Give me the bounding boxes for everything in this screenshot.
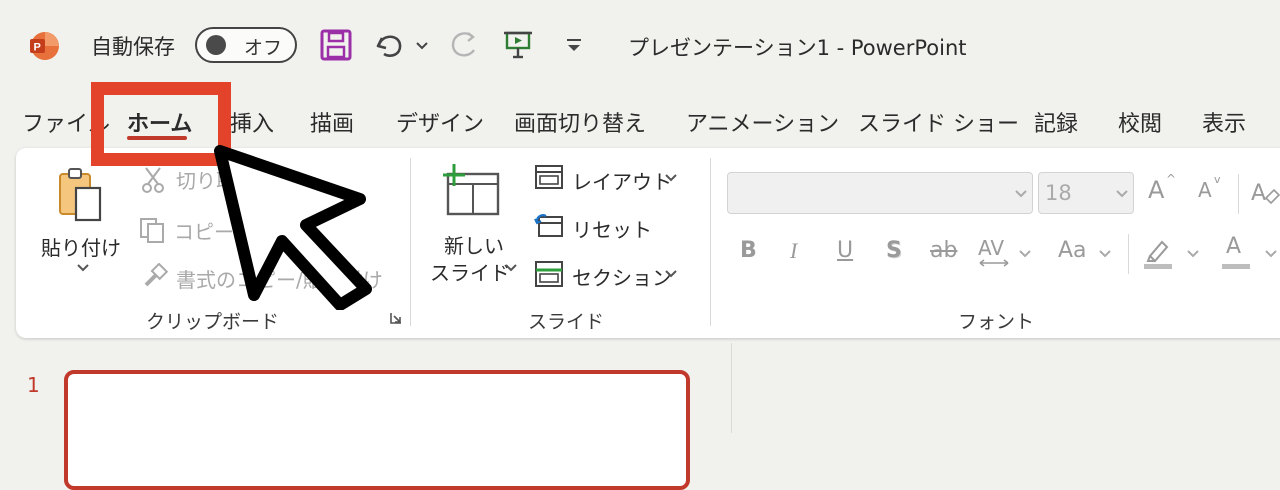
spacing-dropdown-icon <box>1019 250 1031 258</box>
undo-dropdown-icon[interactable] <box>413 24 431 66</box>
title-bar: P 自動保存 オフ プレゼンテーション1 - PowerPoint <box>0 0 1280 92</box>
tab-review[interactable]: 校閲 <box>1118 106 1162 138</box>
bold-button[interactable]: B <box>740 238 757 263</box>
tab-slideshow[interactable]: スライド ショー <box>858 106 1019 138</box>
underline-button[interactable]: U <box>837 238 853 263</box>
pane-divider <box>731 343 732 433</box>
layout-button[interactable]: レイアウト <box>534 162 684 196</box>
undo-icon[interactable] <box>372 24 408 66</box>
shrink-font-glyph: A <box>1198 178 1212 202</box>
autosave-state: オフ <box>244 37 283 59</box>
redo-icon[interactable] <box>446 24 482 66</box>
grow-caret-icon: ^ <box>1166 172 1177 186</box>
paste-icon <box>59 168 102 222</box>
dialog-launcher-icon[interactable] <box>389 311 403 325</box>
shrink-font-button[interactable]: A v <box>1196 173 1230 212</box>
tab-view[interactable]: 表示 <box>1202 106 1246 138</box>
character-spacing-button[interactable]: AV <box>978 234 1034 274</box>
clear-formatting-icon[interactable]: A <box>1250 176 1280 210</box>
section-icon <box>535 261 563 287</box>
new-slide-label-line2: スライド <box>430 261 510 285</box>
font-name-combobox[interactable] <box>727 172 1033 214</box>
section-label: セクション <box>572 266 672 290</box>
font-color-swatch <box>1222 264 1250 269</box>
tab-transitions[interactable]: 画面切り替え <box>514 106 646 138</box>
group-separator <box>410 158 411 326</box>
paste-label: 貼り付け <box>41 236 121 260</box>
spacing-arrows-icon <box>979 259 1009 267</box>
tab-animations[interactable]: アニメーション <box>686 106 839 138</box>
shrink-caret-icon: v <box>1214 173 1221 186</box>
format-painter-icon <box>144 263 168 287</box>
font-separator <box>1128 234 1129 274</box>
scissors-icon <box>142 167 164 193</box>
layout-dropdown-icon <box>665 174 677 182</box>
save-icon[interactable] <box>318 24 354 66</box>
reset-label: リセット <box>572 218 652 242</box>
new-slide-label-line1: 新しい <box>444 234 504 258</box>
section-dropdown-icon <box>665 270 677 278</box>
font-size-dropdown-icon <box>1116 190 1128 198</box>
svg-text:A: A <box>1251 181 1266 206</box>
highlight-button[interactable] <box>1140 234 1204 274</box>
italic-button[interactable]: I <box>790 238 797 264</box>
strikethrough-button[interactable]: ab <box>930 238 957 263</box>
change-case-glyph: Aa <box>1058 238 1087 263</box>
layout-label: レイアウト <box>572 170 672 194</box>
new-slide-icon <box>443 164 500 216</box>
customize-toolbar-icon[interactable] <box>562 24 586 66</box>
section-button[interactable]: セクション <box>534 258 684 292</box>
autosave-label: 自動保存 <box>91 35 175 59</box>
document-title: プレゼンテーション1 - PowerPoint <box>628 36 967 60</box>
clipboard-group-label: クリップボード <box>146 311 280 333</box>
font-name-dropdown-icon <box>1015 190 1027 198</box>
highlight-dropdown-icon <box>1187 250 1199 258</box>
layout-icon <box>535 165 563 189</box>
svg-text:P: P <box>34 42 41 54</box>
paste-button[interactable]: 貼り付け <box>34 160 130 290</box>
font-color-dropdown-icon <box>1265 250 1277 258</box>
grow-font-button[interactable]: A ^ <box>1146 172 1180 210</box>
reset-button[interactable]: リセット <box>534 210 652 244</box>
tab-insert[interactable]: 挿入 <box>230 106 274 138</box>
font-size-combobox[interactable]: 18 <box>1038 172 1134 214</box>
grow-font-glyph: A <box>1148 176 1165 204</box>
slide-number: 1 <box>27 373 40 397</box>
change-case-button[interactable]: Aa <box>1056 236 1116 272</box>
font-separator <box>1238 174 1239 214</box>
paste-dropdown-icon <box>77 264 89 272</box>
cursor-arrow-icon <box>214 145 372 310</box>
reset-icon <box>534 214 563 237</box>
tab-record[interactable]: 記録 <box>1034 106 1078 138</box>
font-color-glyph: A <box>1226 234 1242 259</box>
slide-thumbnail[interactable] <box>64 370 690 490</box>
tab-design[interactable]: デザイン <box>396 106 484 138</box>
shadow-button[interactable]: S <box>886 238 902 263</box>
font-color-button[interactable]: A <box>1220 234 1280 274</box>
present-icon[interactable] <box>500 24 536 66</box>
new-slide-button[interactable]: 新しい スライド <box>428 158 520 288</box>
slides-group-label: スライド <box>528 311 605 333</box>
tab-draw[interactable]: 描画 <box>310 106 354 138</box>
group-separator <box>710 158 711 326</box>
toggle-knob <box>206 35 226 55</box>
case-dropdown-icon <box>1099 250 1111 258</box>
powerpoint-logo-icon: P <box>30 32 59 60</box>
highlighter-icon <box>1144 240 1172 269</box>
new-slide-dropdown-icon <box>505 264 517 272</box>
font-group-label: フォント <box>958 311 1035 333</box>
autosave-toggle[interactable]: オフ <box>195 27 297 63</box>
font-size-value: 18 <box>1045 181 1072 205</box>
spacing-glyph: AV <box>978 236 1005 260</box>
copy-icon <box>140 218 164 243</box>
